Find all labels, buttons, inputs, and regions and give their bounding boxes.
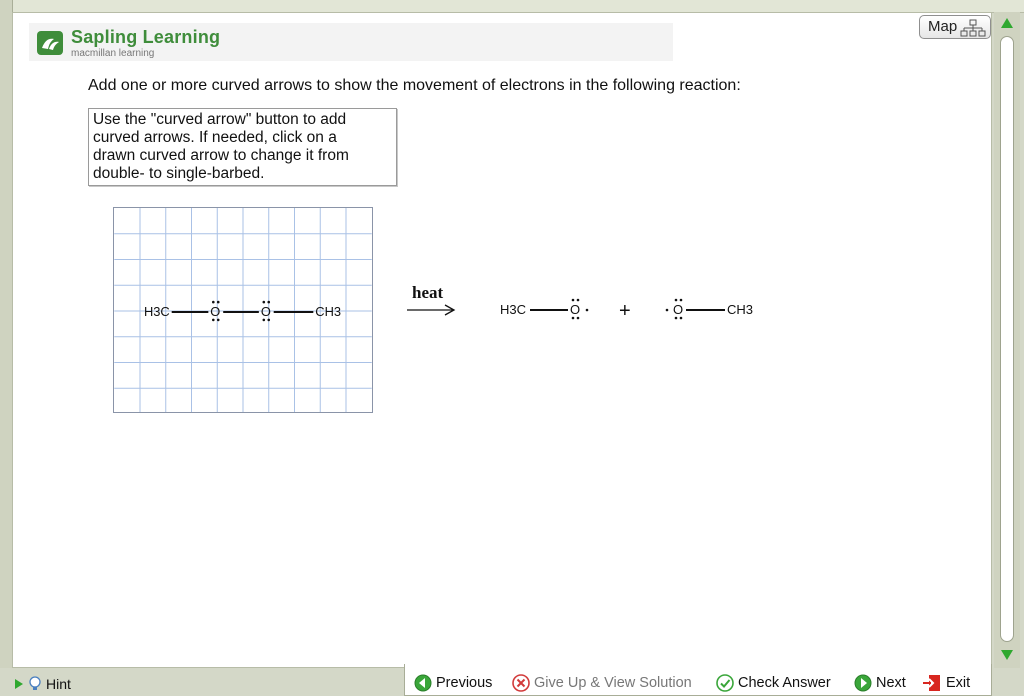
scroll-up-icon[interactable] <box>998 14 1016 32</box>
hint-button[interactable]: Hint <box>14 676 71 692</box>
check-answer-button[interactable]: Check Answer <box>716 674 831 692</box>
check-answer-label: Check Answer <box>738 675 831 691</box>
next-arrow-icon <box>854 674 872 692</box>
question-panel: Sapling Learning macmillan learning Map … <box>12 12 992 668</box>
reaction-arrow <box>407 304 456 316</box>
hint-label: Hint <box>46 676 71 692</box>
product2-group: CH3 <box>727 302 753 317</box>
exit-door-icon <box>923 675 940 691</box>
vertical-scrollbar[interactable] <box>994 12 1020 668</box>
product2-oxygen: O <box>673 302 683 317</box>
give-up-label: Give Up & View Solution <box>534 675 692 691</box>
previous-label: Previous <box>436 675 493 691</box>
lightbulb-icon <box>29 676 41 690</box>
product1-oxygen: O <box>570 302 580 317</box>
next-button[interactable]: Next <box>854 674 906 692</box>
exit-label: Exit <box>946 675 971 691</box>
product1-group: H3C <box>500 302 526 317</box>
scroll-down-icon[interactable] <box>998 646 1016 664</box>
play-triangle-icon <box>15 679 23 689</box>
scroll-track[interactable] <box>1000 36 1014 642</box>
next-label: Next <box>876 675 906 691</box>
give-up-x-icon <box>512 674 530 692</box>
previous-button[interactable]: Previous <box>414 674 492 692</box>
give-up-button[interactable]: Give Up & View Solution <box>512 674 692 692</box>
check-icon <box>716 674 734 692</box>
previous-arrow-icon <box>414 674 432 692</box>
exit-button[interactable]: Exit <box>922 674 970 692</box>
plus-sign: + <box>619 300 631 322</box>
reaction-condition: heat <box>412 283 444 302</box>
reaction-scheme: heat H3C O + O CH3 <box>407 283 753 322</box>
